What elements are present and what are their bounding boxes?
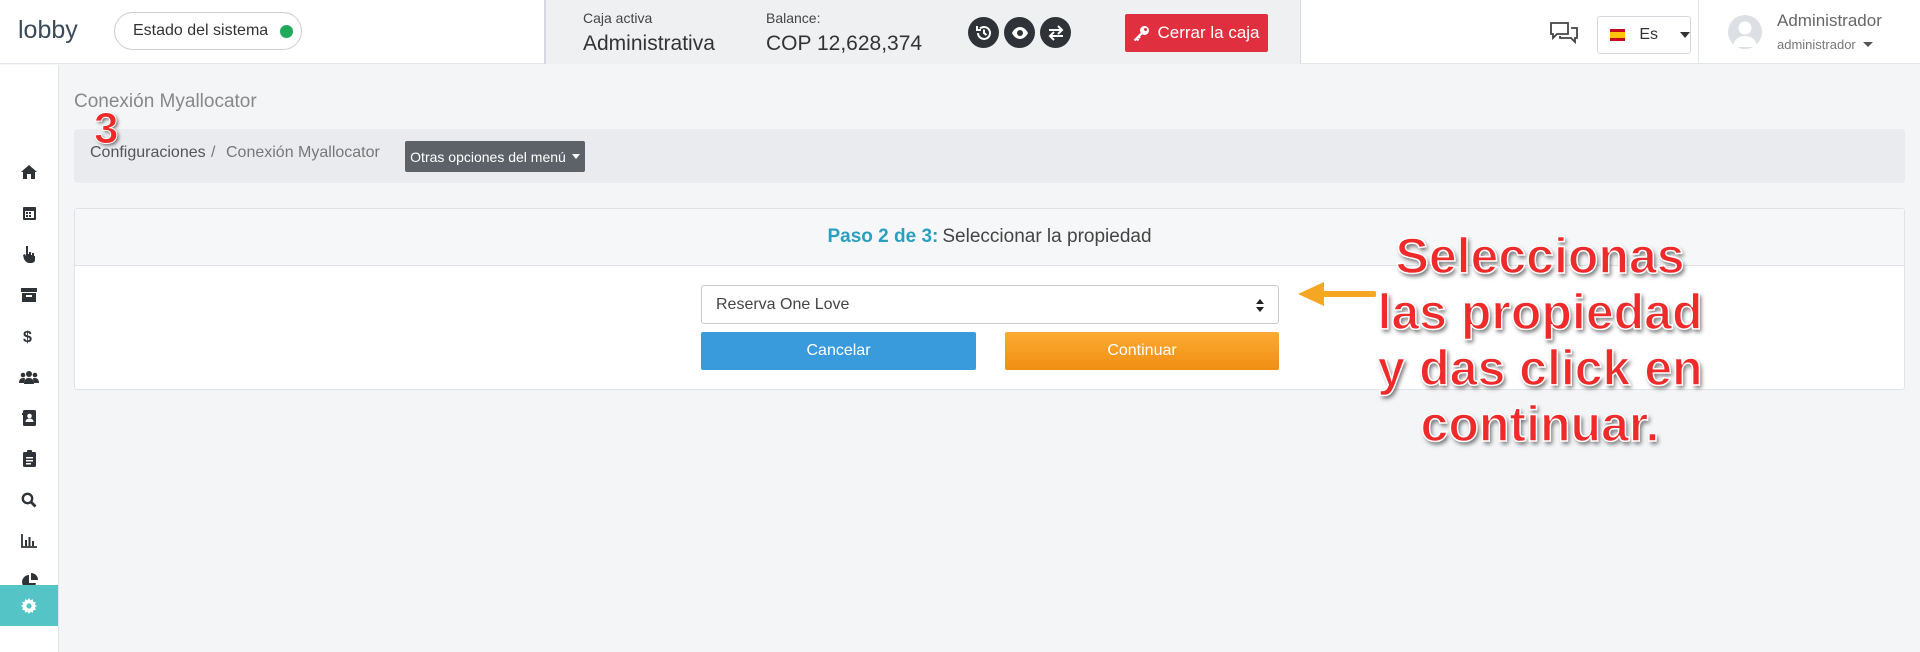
property-select[interactable]: Reserva One Love [701,285,1279,324]
sidebar-item-inventory[interactable] [0,274,58,315]
gear-icon [21,597,37,614]
spain-flag-icon [1610,29,1626,41]
pointer-hand-icon [23,245,35,263]
bar-chart-icon [21,533,37,548]
sidebar-item-finance[interactable]: $ [0,315,58,356]
user-divider [1698,0,1699,64]
user-avatar-icon [1733,21,1757,47]
balance-value: COP 12,628,374 [766,32,923,55]
language-select[interactable]: Es [1597,16,1691,54]
chat-icon[interactable] [1550,22,1578,44]
sidebar: $ [0,65,59,652]
chevron-down-icon [1862,42,1873,47]
system-status-pill[interactable]: Estado del sistema [114,12,302,50]
more-menu-options-button[interactable]: Otras opciones del menú [405,141,585,172]
clipboard-icon [22,450,36,467]
language-selected: Es [1639,26,1658,43]
close-cash-button[interactable]: Cerrar la caja [1125,14,1268,52]
sidebar-item-settings[interactable] [0,585,58,626]
user-name[interactable]: Administrador [1777,11,1882,31]
cash-register-panel: Caja activa Administrativa Balance: COP … [544,0,1301,64]
close-cash-label: Cerrar la caja [1157,23,1260,42]
active-cash-value: Administrativa [583,32,715,55]
step-title: Seleccionar la propiedad [942,226,1152,247]
key-icon [1134,25,1150,41]
annotation-callout: Seleccionas las propiedad y das click en… [1330,227,1750,453]
user-role: administrador [1777,37,1856,52]
active-cash-label: Caja activa [583,10,653,26]
lobby-logo[interactable]: lobby [18,14,90,48]
breadcrumb-item-current: Conexión Myallocator [226,144,380,161]
view-button[interactable] [1004,17,1035,48]
sidebar-item-users[interactable] [0,356,58,397]
balance-label: Balance: [766,10,821,26]
user-avatar[interactable] [1728,15,1762,49]
step-indicator: Paso 2 de 3: [827,226,939,247]
annotation-line-2: las propiedad [1377,283,1704,341]
annotation-line-1: Seleccionas [1395,227,1686,285]
users-icon [19,370,39,384]
annotation-line-3: y das click en [1377,339,1704,397]
svg-text:$: $ [23,329,32,345]
annotation-step-number: 3 [93,104,119,154]
sidebar-item-calendar[interactable] [0,192,58,233]
system-status-label: Estado del sistema [133,22,269,39]
property-selected-value: Reserva One Love [716,295,850,313]
history-icon [975,25,991,40]
cancel-button[interactable]: Cancelar [701,332,976,370]
sidebar-item-contacts[interactable] [0,397,58,438]
chevron-down-icon [1680,32,1690,38]
contact-book-icon [22,409,36,426]
calendar-icon [22,206,36,220]
transfer-icon [1048,24,1063,41]
archive-icon [21,287,37,302]
sidebar-item-statistics[interactable] [0,520,58,561]
sidebar-item-search[interactable] [0,479,58,520]
sidebar-item-reports[interactable] [0,438,58,479]
breadcrumb-separator: / [211,144,216,161]
logo-text: lobby [18,16,78,44]
transfer-button[interactable] [1040,17,1071,48]
user-role-dropdown[interactable]: administrador [1777,37,1873,52]
annotation-line-4: continuar. [1420,395,1660,453]
select-arrows-icon [1256,299,1264,312]
history-button[interactable] [968,17,999,48]
sidebar-item-checkin[interactable] [0,233,58,274]
top-header: lobby Estado del sistema Caja activa Adm… [0,0,1920,64]
status-ok-indicator [280,24,294,38]
more-menu-options-label: Otras opciones del menú [410,148,566,165]
sidebar-item-home[interactable] [0,151,58,192]
chevron-down-icon [571,154,580,159]
eye-icon [1011,26,1028,39]
breadcrumb: Configuraciones / Conexión Myallocator O… [74,129,1905,183]
search-icon [21,492,37,507]
continue-button[interactable]: Continuar [1005,332,1279,370]
home-icon [21,164,37,179]
dollar-icon: $ [23,329,32,345]
